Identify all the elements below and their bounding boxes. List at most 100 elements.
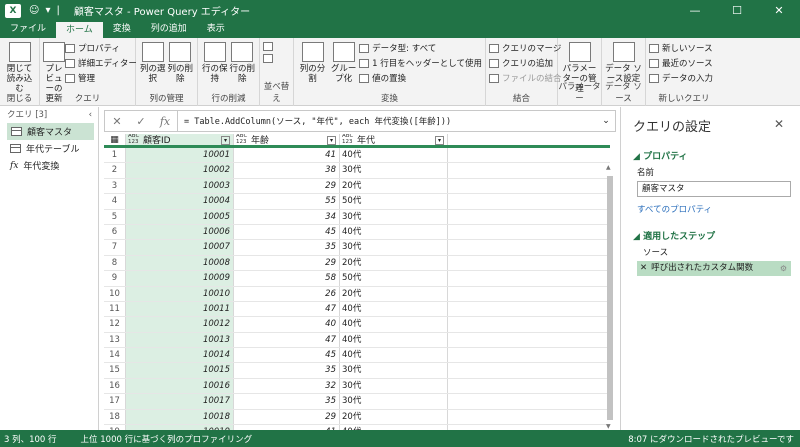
combine-files-button[interactable]: ファイルの結合 xyxy=(489,72,562,84)
column-header-age[interactable]: ABC 123 年齢 ▾ xyxy=(234,134,340,146)
enter-data-button[interactable]: データの入力 xyxy=(649,72,713,84)
age-group-cell[interactable]: 30代 xyxy=(340,163,448,178)
table-row[interactable]: 9 10009 58 50代 xyxy=(104,271,610,287)
customer-id-cell[interactable]: 10011 xyxy=(126,301,234,317)
fx-icon[interactable]: fx xyxy=(153,115,177,128)
table-row[interactable]: 16 10016 32 30代 xyxy=(104,378,610,395)
formula-input[interactable]: = Table.AddColumn(ソース, "年代", each 年代変換([… xyxy=(177,111,597,131)
query-item-age-table[interactable]: 年代テーブル xyxy=(0,140,98,157)
table-row[interactable]: 2 10002 38 30代 xyxy=(104,163,610,179)
age-cell[interactable]: 45 xyxy=(234,348,340,363)
query-item-customer-master[interactable]: 顧客マスタ xyxy=(7,123,94,140)
table-row[interactable]: 7 10007 35 30代 xyxy=(104,240,610,256)
append-queries-button[interactable]: クエリの追加 xyxy=(489,57,562,69)
age-cell[interactable]: 29 xyxy=(234,409,340,425)
age-group-cell[interactable]: 40代 xyxy=(340,317,448,332)
age-cell[interactable]: 29 xyxy=(234,255,340,271)
customer-id-cell[interactable]: 10001 xyxy=(126,148,234,163)
tab-transform[interactable]: 変換 xyxy=(103,21,141,38)
customer-id-cell[interactable]: 10014 xyxy=(126,348,234,363)
table-menu-icon[interactable]: ▦ xyxy=(104,134,126,145)
table-row[interactable]: 15 10015 35 30代 xyxy=(104,363,610,379)
step-gear-icon[interactable]: ⚙ xyxy=(780,261,787,276)
sort-descending-button[interactable] xyxy=(263,54,273,63)
age-group-cell[interactable]: 40代 xyxy=(340,224,448,240)
age-group-cell[interactable]: 30代 xyxy=(340,394,448,409)
customer-id-cell[interactable]: 10008 xyxy=(126,255,234,271)
customer-id-cell[interactable]: 10009 xyxy=(126,271,234,286)
age-group-cell[interactable]: 40代 xyxy=(340,301,448,317)
age-group-cell[interactable]: 50代 xyxy=(340,271,448,286)
table-row[interactable]: 4 10004 55 50代 xyxy=(104,194,610,210)
table-row[interactable]: 14 10014 45 40代 xyxy=(104,348,610,364)
scroll-down-icon[interactable]: ▼ xyxy=(606,423,611,430)
age-cell[interactable]: 34 xyxy=(234,209,340,224)
age-group-cell[interactable]: 30代 xyxy=(340,378,448,394)
age-cell[interactable]: 35 xyxy=(234,363,340,378)
dropdown-icon[interactable]: ▾ xyxy=(45,5,50,16)
customer-id-cell[interactable]: 10006 xyxy=(126,224,234,240)
table-row[interactable]: 1 10001 41 40代 xyxy=(104,148,610,164)
grid-vertical-scrollbar[interactable]: ▲ ▼ xyxy=(606,150,614,430)
close-settings-icon[interactable]: ✕ xyxy=(774,117,784,131)
minimize-button[interactable]: — xyxy=(674,4,716,17)
customer-id-cell[interactable]: 10016 xyxy=(126,378,234,394)
table-row[interactable]: 6 10006 45 40代 xyxy=(104,224,610,241)
table-row[interactable]: 18 10018 29 20代 xyxy=(104,409,610,426)
query-name-input[interactable]: 顧客マスタ xyxy=(637,181,791,197)
column-header-age-group[interactable]: ABC 123 年代 ▾ xyxy=(340,134,448,146)
smiley-feedback-icon[interactable]: ☺ xyxy=(29,5,39,16)
step-invoked-custom-function[interactable]: ✕ 呼び出されたカスタム関数 ⚙ xyxy=(637,261,791,276)
scroll-up-icon[interactable]: ▲ xyxy=(606,164,611,171)
filter-dropdown-icon[interactable]: ▾ xyxy=(221,136,230,145)
age-cell[interactable]: 35 xyxy=(234,394,340,409)
age-group-cell[interactable]: 30代 xyxy=(340,209,448,224)
table-row[interactable]: 10 10010 26 20代 xyxy=(104,286,610,302)
customer-id-cell[interactable]: 10005 xyxy=(126,209,234,224)
age-cell[interactable]: 47 xyxy=(234,332,340,348)
all-properties-link[interactable]: すべてのプロパティ xyxy=(637,203,800,215)
applied-steps-header[interactable]: ◢ 適用したステップ xyxy=(633,229,800,242)
age-group-cell[interactable]: 20代 xyxy=(340,286,448,301)
age-cell[interactable]: 40 xyxy=(234,317,340,332)
merge-queries-button[interactable]: クエリのマージ xyxy=(489,42,562,54)
manage-button[interactable]: 管理 xyxy=(65,72,137,84)
confirm-formula-icon[interactable]: ✓ xyxy=(129,115,153,128)
tab-add-column[interactable]: 列の追加 xyxy=(141,21,197,38)
first-row-header-button[interactable]: 1 行目をヘッダーとして使用 xyxy=(359,57,482,69)
customer-id-cell[interactable]: 10004 xyxy=(126,194,234,209)
datatype-dropdown[interactable]: データ型: すべて xyxy=(359,42,482,54)
age-cell[interactable]: 38 xyxy=(234,163,340,178)
customer-id-cell[interactable]: 10018 xyxy=(126,409,234,425)
scrollbar-thumb[interactable] xyxy=(607,176,613,420)
cancel-formula-icon[interactable]: ✕ xyxy=(105,115,129,128)
expand-formula-chevron-icon[interactable]: ⌄ xyxy=(597,116,615,126)
status-profiling[interactable]: 上位 1000 行に基づく列のプロファイリング xyxy=(81,433,253,445)
column-header-customer-id[interactable]: ABC 123 顧客ID ▾ xyxy=(126,134,234,146)
sort-ascending-button[interactable] xyxy=(263,42,273,51)
properties-section-header[interactable]: ◢ プロパティ xyxy=(633,149,800,162)
age-cell[interactable]: 58 xyxy=(234,271,340,286)
customer-id-cell[interactable]: 10012 xyxy=(126,317,234,332)
customer-id-cell[interactable]: 10017 xyxy=(126,394,234,409)
age-group-cell[interactable]: 20代 xyxy=(340,178,448,194)
close-button[interactable]: ✕ xyxy=(758,4,800,17)
table-row[interactable]: 13 10013 47 40代 xyxy=(104,332,610,349)
table-row[interactable]: 8 10008 29 20代 xyxy=(104,255,610,272)
age-group-cell[interactable]: 40代 xyxy=(340,348,448,363)
age-group-cell[interactable]: 30代 xyxy=(340,363,448,378)
recent-sources-button[interactable]: 最近のソース xyxy=(649,57,713,69)
table-row[interactable]: 17 10017 35 30代 xyxy=(104,394,610,410)
customer-id-cell[interactable]: 10015 xyxy=(126,363,234,378)
customer-id-cell[interactable]: 10007 xyxy=(126,240,234,255)
advanced-editor-button[interactable]: 詳細エディター xyxy=(65,57,137,69)
age-group-cell[interactable]: 40代 xyxy=(340,332,448,348)
filter-dropdown-icon[interactable]: ▾ xyxy=(435,136,444,145)
age-cell[interactable]: 26 xyxy=(234,286,340,301)
age-cell[interactable]: 41 xyxy=(234,148,340,163)
replace-values-button[interactable]: 値の置換 xyxy=(359,72,482,84)
customer-id-cell[interactable]: 10003 xyxy=(126,178,234,194)
collapse-chevron-icon[interactable]: ‹ xyxy=(89,107,92,123)
age-group-cell[interactable]: 40代 xyxy=(340,148,448,163)
age-cell[interactable]: 47 xyxy=(234,301,340,317)
